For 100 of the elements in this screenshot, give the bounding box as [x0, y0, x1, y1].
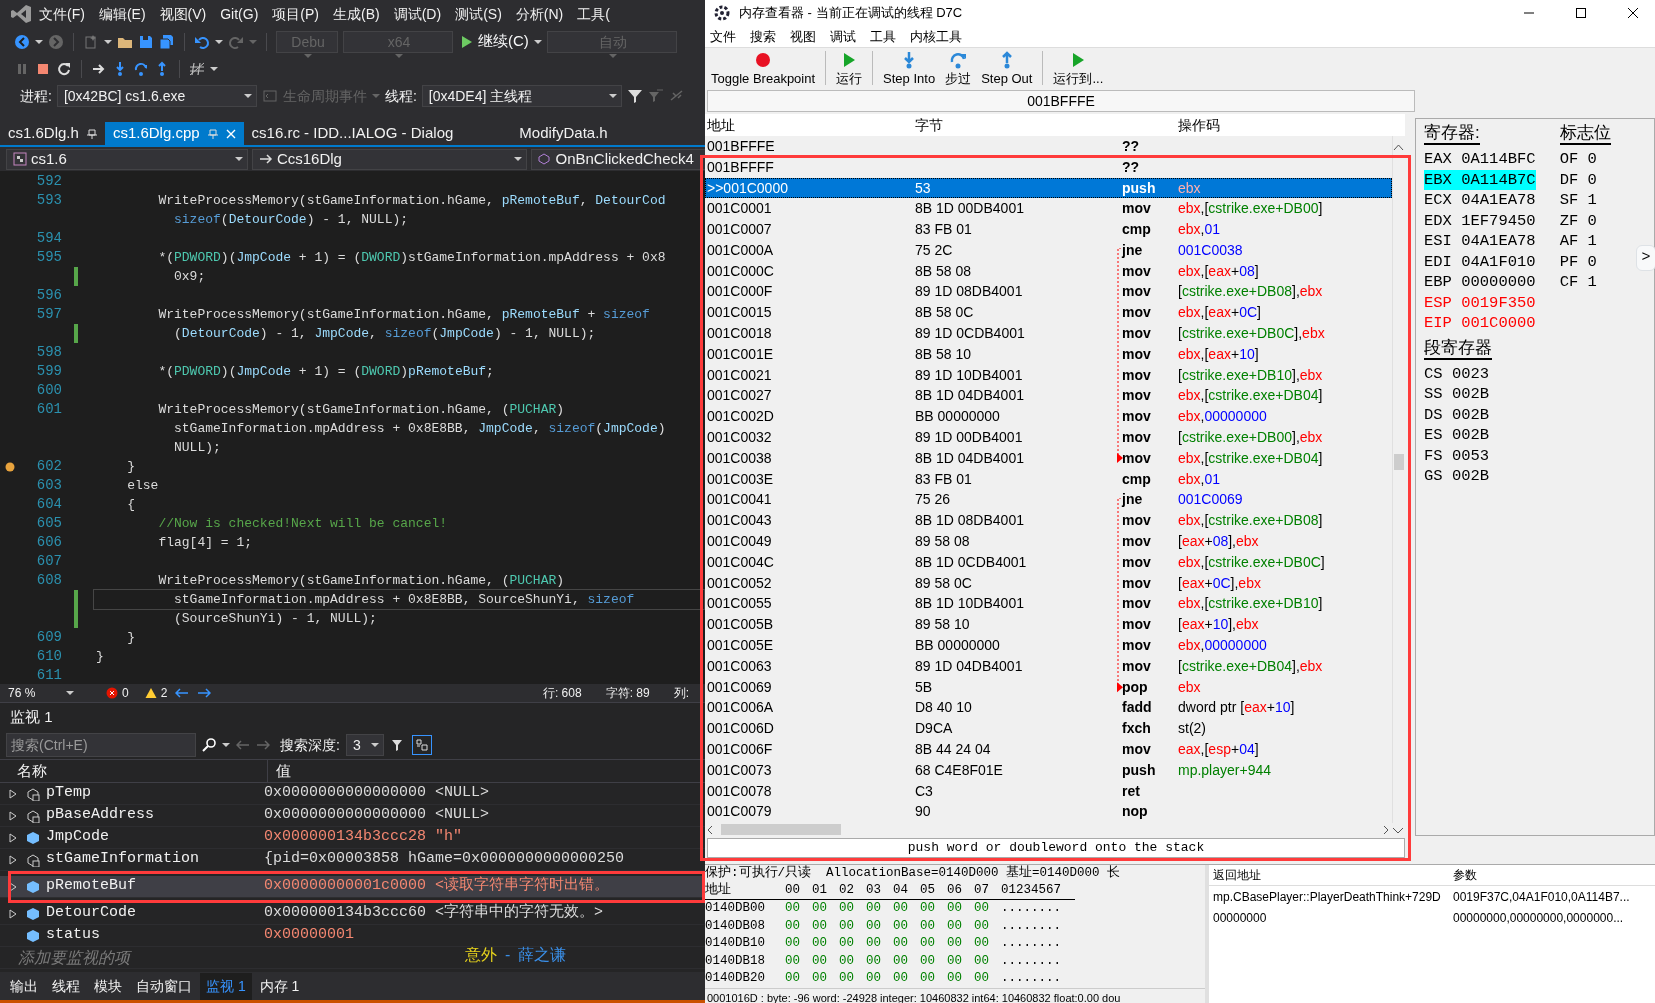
menu-item[interactable]: 文件	[710, 26, 736, 47]
register-value[interactable]: ESI 04A1EA78	[1424, 231, 1536, 252]
search-field[interactable]: 搜索(Ctrl+E)	[6, 733, 196, 757]
member-dropdown[interactable]: OnBnClickedCheck4	[531, 148, 705, 170]
panel-tab[interactable]: 监视 1	[200, 972, 252, 1000]
toolbar-button[interactable]: Toggle Breakpoint	[709, 48, 818, 88]
watch-row[interactable]: pBaseAddress 0x0000000000000000 <NULL>	[0, 805, 705, 827]
watch-row[interactable]: pTemp 0x0000000000000000 <NULL>	[0, 783, 705, 805]
toolbar-button[interactable]: 步过	[943, 48, 974, 88]
menu-item[interactable]: 编辑(E)	[91, 3, 153, 25]
panel-tab[interactable]: 模块	[88, 972, 128, 1000]
maximize-icon[interactable]	[1575, 7, 1587, 19]
project-dropdown[interactable]: cs1.6	[6, 148, 248, 170]
panel-tab[interactable]: 输出	[4, 972, 44, 1000]
toolbar-button[interactable]: Step Into	[881, 48, 938, 88]
menu-item[interactable]: Git(G)	[213, 3, 266, 25]
file-tab[interactable]: ModifyData.h	[511, 122, 616, 145]
expand-arrow-icon[interactable]	[9, 908, 17, 919]
disassembly-row[interactable]: 001C006D D9CA fxch st(2)	[705, 718, 1392, 740]
flag-value[interactable]: DF 0	[1559, 169, 1597, 190]
panel-tab[interactable]: 内存 1	[253, 972, 306, 1000]
disassembly-row[interactable]: 001C0038 8B 1D 04DB4001 mov ebx,[cstrike.exe+DB04]	[705, 447, 1392, 469]
toolbar-button[interactable]: Step Out	[979, 48, 1035, 88]
step-over-icon[interactable]	[133, 60, 149, 77]
register-value[interactable]: EDI 04A1F010	[1424, 251, 1536, 272]
scrollbar-thumb[interactable]	[721, 824, 841, 835]
register-value[interactable]: EDX 1EF79450	[1424, 210, 1536, 231]
panel-tab[interactable]: 自动窗口	[130, 972, 198, 1000]
back-icon[interactable]	[14, 33, 30, 50]
register-value[interactable]: ECX 04A1EA78	[1424, 190, 1536, 211]
register-value[interactable]: ESP 0019F350	[1424, 292, 1536, 313]
hex-icon[interactable]	[189, 60, 205, 77]
menu-item[interactable]: 工具(	[570, 3, 617, 25]
disassembly-row[interactable]: 001C0007 83 FB 01 cmp ebx,01	[705, 219, 1392, 240]
register-value[interactable]: EBX 0A114B7C	[1424, 169, 1536, 190]
flag-value[interactable]: AF 1	[1559, 231, 1597, 252]
expand-arrow-icon[interactable]	[9, 832, 17, 843]
disassembly-row[interactable]: 001BFFFF ??	[705, 156, 1392, 178]
menu-item[interactable]: 调试(D)	[386, 3, 449, 25]
flag-value[interactable]: PF 0	[1559, 251, 1597, 272]
disassembly-row[interactable]: 001C0049 89 58 08 mov [eax+08],ebx	[705, 531, 1392, 552]
save-icon[interactable]	[138, 33, 154, 50]
watch-row[interactable]: JmpCode 0x000000134b3ccc28 "h"	[0, 827, 705, 849]
menu-item[interactable]: 分析(N)	[508, 3, 571, 25]
forward-arrow-icon[interactable]	[197, 688, 212, 698]
hex-toggle-icon[interactable]	[411, 735, 432, 755]
disassembly-row[interactable]: 001C0063 89 1D 04DB4001 mov [cstrike.exe+DB04],ebx	[705, 655, 1392, 677]
disassembly-row[interactable]: 001C0018 89 1D 0CDB4001 mov [cstrike.exe+DB0C],ebx	[705, 323, 1392, 344]
disassembly-row[interactable]: 001C001E 8B 58 10 mov ebx,[eax+10]	[705, 343, 1392, 365]
flag-value[interactable]: ZF 0	[1559, 210, 1597, 231]
menu-item[interactable]: 项目(P)	[265, 3, 326, 25]
scroll-right-icon[interactable]	[1381, 824, 1391, 835]
back-arrow-icon[interactable]	[175, 688, 190, 698]
disassembly-row[interactable]: 001C0073 68 C4E8F01E push mp.player+944	[705, 759, 1392, 781]
disassembly-row[interactable]: 001C0078 C3 ret	[705, 780, 1392, 802]
disassembly-row[interactable]: 001C0032 89 1D 00DB4001 mov [cstrike.exe+DB00],ebx	[705, 427, 1392, 448]
disassembly-row[interactable]: 001C0069 5B pop ebx	[705, 676, 1392, 698]
flag-value[interactable]: CF 1	[1559, 272, 1597, 293]
disassembly-row[interactable]: 001C004C 8B 1D 0CDB4001 mov ebx,[cstrike.exe+DB0C]	[705, 551, 1392, 573]
menu-item[interactable]: 调试	[830, 26, 856, 47]
expand-arrow-icon[interactable]	[9, 788, 17, 799]
app-logo-icon[interactable]	[10, 3, 32, 25]
disassembly-row[interactable]: 001C000F 89 1D 08DB4001 mov [cstrike.exe+DB08],ebx	[705, 281, 1392, 303]
process-dropdown[interactable]: [0x42BC] cs1.6.exe	[56, 85, 257, 107]
disassembly-row[interactable]: 001C0001 8B 1D 00DB4001 mov ebx,[cstrike.exe+DB00]	[705, 198, 1392, 220]
expand-arrow-icon[interactable]	[9, 854, 17, 865]
expand-button[interactable]: >	[1636, 245, 1655, 271]
disassembly-row[interactable]: 001C000A 75 2C jne 001C0038	[705, 240, 1392, 261]
disassembly-row[interactable]: 001C006A D8 40 10 fadd dword ptr [eax+10]	[705, 697, 1392, 719]
address-bar[interactable]: 001BFFFE	[707, 90, 1415, 112]
watch-row[interactable]: stGameInformation {pid=0x00003858 hGame=0x0000000000000250	[0, 849, 705, 871]
disassembly-row[interactable]: 001C0021 89 1D 10DB4001 mov [cstrike.exe+DB10],ebx	[705, 364, 1392, 386]
menu-item[interactable]: 工具	[870, 26, 896, 47]
watch-row[interactable]: DetourCode 0x000000134b3ccc60 <字符串中的字符无效。>	[0, 903, 705, 925]
disassembly-row[interactable]: 001C002D BB 00000000 mov ebx,00000000	[705, 406, 1392, 428]
forward-arrow-icon[interactable]	[256, 740, 270, 750]
back-arrow-icon[interactable]	[236, 740, 250, 750]
disassembly-row[interactable]: 001BFFFE ??	[705, 136, 1392, 157]
panel-tab[interactable]: 线程	[46, 972, 86, 1000]
register-value[interactable]: EAX 0A114BFC	[1424, 149, 1536, 170]
disassembly-row[interactable]: 001C005B 89 58 10 mov [eax+10],ebx	[705, 614, 1392, 636]
restart-icon[interactable]	[56, 60, 72, 77]
disassembly-row[interactable]: 001C0027 8B 1D 04DB4001 mov ebx,[cstrike.exe+DB04]	[705, 385, 1392, 407]
file-tab[interactable]: cs16.rc - IDD...IALOG - Dialog	[243, 122, 462, 145]
warning-icon[interactable]	[144, 687, 157, 699]
scrollbar-thumb[interactable]	[1394, 454, 1404, 470]
disassembly-row[interactable]: 001C0015 8B 58 0C mov ebx,[eax+0C]	[705, 302, 1392, 324]
expand-arrow-icon[interactable]	[9, 810, 17, 821]
menu-item[interactable]: 生成(B)	[326, 3, 387, 25]
register-value[interactable]: EBP 00000000	[1424, 272, 1536, 293]
close-icon[interactable]	[1627, 7, 1639, 19]
menu-item[interactable]: 测试(S)	[448, 3, 509, 25]
class-dropdown[interactable]: Ccs16Dlg	[251, 148, 528, 170]
disassembly-row[interactable]: 001C0052 89 58 0C mov [eax+0C],ebx	[705, 572, 1392, 594]
disassembly-row[interactable]: 001C0079 90 nop	[705, 801, 1392, 823]
disassembly-row[interactable]: 001C000C 8B 58 08 mov ebx,[eax+08]	[705, 260, 1392, 282]
depth-dropdown[interactable]: 3	[345, 734, 384, 756]
disassembly-row[interactable]: >>001C0000 53 push ebx	[705, 177, 1392, 199]
disassembly-row[interactable]: 001C0055 8B 1D 10DB4001 mov ebx,[cstrike.exe+DB10]	[705, 593, 1392, 615]
disassembly-row[interactable]: 001C0041 75 26 jne 001C0069	[705, 489, 1392, 511]
